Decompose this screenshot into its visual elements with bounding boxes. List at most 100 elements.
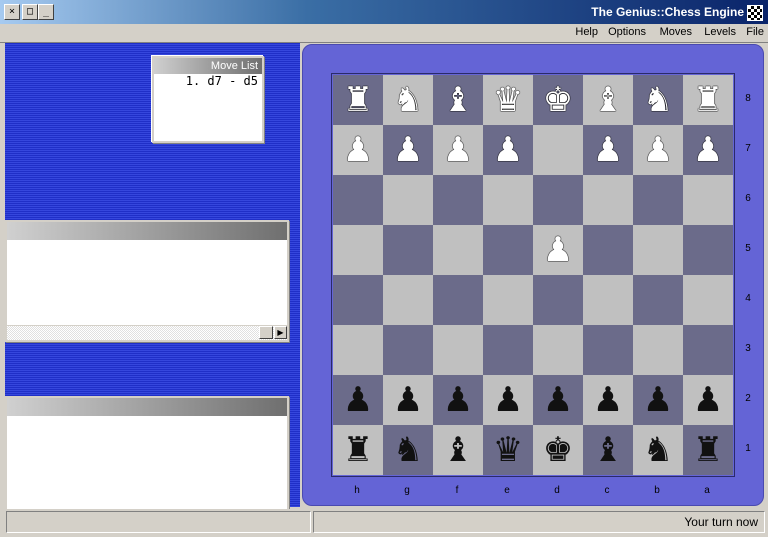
square-c3[interactable] (583, 325, 633, 375)
square-c6[interactable] (583, 175, 633, 225)
move-list-title: Move List (154, 58, 262, 74)
square-c4[interactable] (583, 275, 633, 325)
black-rook-icon[interactable]: ♜ (683, 425, 733, 475)
square-a5[interactable] (683, 225, 733, 275)
menu-file[interactable]: File (746, 26, 764, 38)
black-pawn-icon[interactable]: ♟ (333, 375, 383, 425)
white-bishop-icon[interactable]: ♝ (433, 75, 483, 125)
square-b4[interactable] (633, 275, 683, 325)
square-f3[interactable] (433, 325, 483, 375)
square-e3[interactable] (483, 325, 533, 375)
white-pawn-icon[interactable]: ♟ (533, 225, 583, 275)
engine-info-scrollbar[interactable]: ▶ (7, 325, 287, 340)
black-pawn-icon[interactable]: ♟ (383, 375, 433, 425)
black-rook-icon[interactable]: ♜ (333, 425, 383, 475)
square-e5[interactable] (483, 225, 533, 275)
square-b5[interactable] (633, 225, 683, 275)
rank-label: 5 (745, 243, 751, 254)
menu-options[interactable]: Options (608, 26, 646, 38)
black-pawn-icon[interactable]: ♟ (683, 375, 733, 425)
chessboard-icon (747, 5, 763, 21)
move-list-panel[interactable]: Move List 1. d7 - d5 (152, 56, 264, 143)
file-label: g (404, 485, 410, 496)
chess-board[interactable]: ♜ ♞ ♝ ♛ ♚ ♝ ♞ ♜ ♟ ♟ ♟ ♟ ♟ ♟ ♟ ♟ ♟ ♟ ♟ ♟ ♟ ♟ ♟ ♟ ♜ ♞ ♝ ♛ ♚ ♝ ♞ ♜ (331, 73, 735, 477)
rank-label: 2 (745, 393, 751, 404)
square-d6[interactable] (533, 175, 583, 225)
menu-help[interactable]: Help (575, 26, 598, 38)
square-h5[interactable] (333, 225, 383, 275)
rank-label: 6 (745, 193, 751, 204)
square-d7[interactable] (533, 125, 583, 175)
engine-info-header (7, 222, 287, 240)
square-b6[interactable] (633, 175, 683, 225)
white-knight-icon[interactable]: ♞ (383, 75, 433, 125)
maximize-button[interactable]: □ (22, 4, 38, 20)
rank-label: 3 (745, 343, 751, 354)
file-label: c (604, 485, 610, 496)
square-h4[interactable] (333, 275, 383, 325)
square-d3[interactable] (533, 325, 583, 375)
square-h6[interactable] (333, 175, 383, 225)
square-f6[interactable] (433, 175, 483, 225)
white-pawn-icon[interactable]: ♟ (683, 125, 733, 175)
rank-label: 8 (745, 93, 751, 104)
white-pawn-icon[interactable]: ♟ (383, 125, 433, 175)
white-pawn-icon[interactable]: ♟ (633, 125, 683, 175)
black-king-icon[interactable]: ♚ (533, 425, 583, 475)
white-bishop-icon[interactable]: ♝ (583, 75, 633, 125)
square-g4[interactable] (383, 275, 433, 325)
white-queen-icon[interactable]: ♛ (483, 75, 533, 125)
analysis-header (7, 398, 287, 416)
file-label: f (455, 485, 459, 496)
square-a3[interactable] (683, 325, 733, 375)
white-king-icon[interactable]: ♚ (533, 75, 583, 125)
square-f5[interactable] (433, 225, 483, 275)
app-window: × □ _ The Genius::Chess Engine File Leve… (0, 0, 768, 537)
square-d4[interactable] (533, 275, 583, 325)
square-a4[interactable] (683, 275, 733, 325)
close-button[interactable]: × (4, 4, 20, 20)
black-pawn-icon[interactable]: ♟ (633, 375, 683, 425)
square-c5[interactable] (583, 225, 633, 275)
square-h3[interactable] (333, 325, 383, 375)
white-pawn-icon[interactable]: ♟ (433, 125, 483, 175)
square-b3[interactable] (633, 325, 683, 375)
square-a6[interactable] (683, 175, 733, 225)
file-label: d (554, 485, 560, 496)
white-pawn-icon[interactable]: ♟ (333, 125, 383, 175)
title-bar[interactable]: × □ _ The Genius::Chess Engine (0, 0, 768, 25)
white-knight-icon[interactable]: ♞ (633, 75, 683, 125)
black-pawn-icon[interactable]: ♟ (433, 375, 483, 425)
scroll-right-arrow-icon[interactable]: ▶ (274, 326, 287, 339)
square-g3[interactable] (383, 325, 433, 375)
white-rook-icon[interactable]: ♜ (333, 75, 383, 125)
status-left-field (6, 511, 311, 533)
menu-levels[interactable]: Levels (704, 26, 736, 38)
square-f4[interactable] (433, 275, 483, 325)
engine-info-panel[interactable]: ▶ (5, 220, 289, 342)
white-rook-icon[interactable]: ♜ (683, 75, 733, 125)
square-g5[interactable] (383, 225, 433, 275)
file-label: h (354, 485, 360, 496)
black-pawn-icon[interactable]: ♟ (483, 375, 533, 425)
file-label: e (504, 485, 510, 496)
menu-moves[interactable]: Moves (660, 26, 692, 38)
window-title: The Genius::Chess Engine (591, 5, 744, 19)
status-field: Your turn now (313, 511, 765, 533)
square-g6[interactable] (383, 175, 433, 225)
black-pawn-icon[interactable]: ♟ (533, 375, 583, 425)
scroll-thumb[interactable] (259, 326, 273, 339)
rank-label: 4 (745, 293, 751, 304)
black-queen-icon[interactable]: ♛ (483, 425, 533, 475)
black-knight-icon[interactable]: ♞ (633, 425, 683, 475)
white-pawn-icon[interactable]: ♟ (583, 125, 633, 175)
square-e4[interactable] (483, 275, 533, 325)
square-e6[interactable] (483, 175, 533, 225)
move-list-item[interactable]: 1. d7 - d5 (154, 74, 262, 89)
black-pawn-icon[interactable]: ♟ (583, 375, 633, 425)
black-bishop-icon[interactable]: ♝ (433, 425, 483, 475)
black-bishop-icon[interactable]: ♝ (583, 425, 633, 475)
white-pawn-icon[interactable]: ♟ (483, 125, 533, 175)
black-knight-icon[interactable]: ♞ (383, 425, 433, 475)
minimize-button[interactable]: _ (38, 4, 54, 20)
